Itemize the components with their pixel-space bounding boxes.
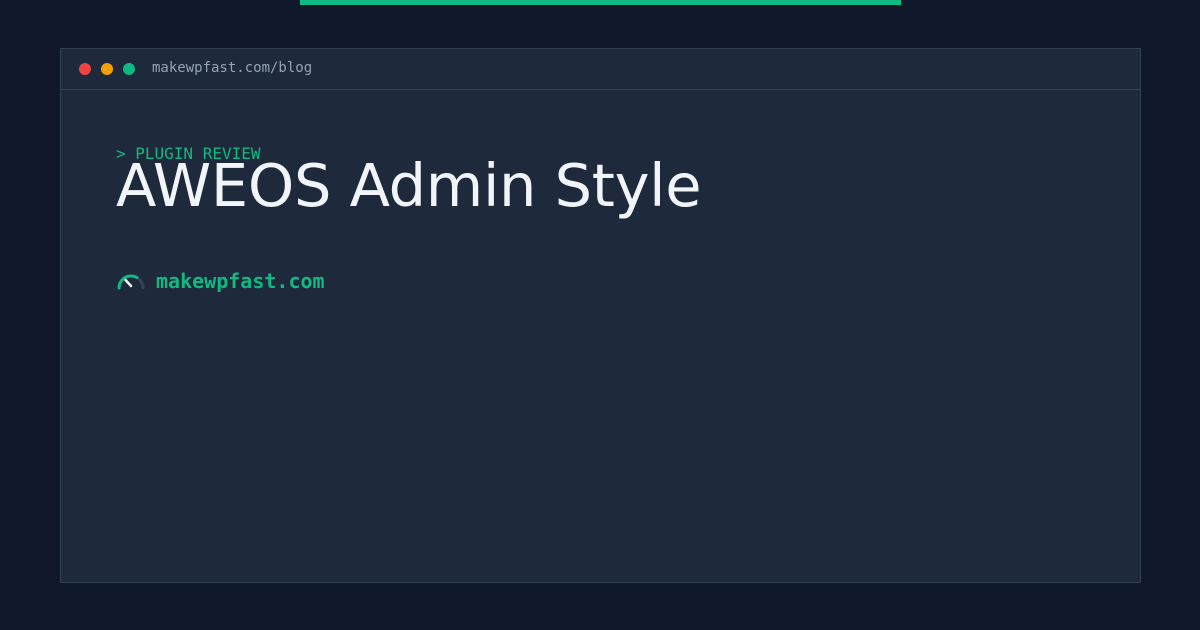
window-titlebar: makewpfast.com/blog <box>61 49 1140 90</box>
browser-window: makewpfast.com/blog > PLUGIN REVIEW AWEO… <box>60 48 1141 583</box>
page-title: AWEOS Admin Style <box>116 151 702 220</box>
maximize-window-button[interactable] <box>123 63 135 75</box>
address-url: makewpfast.com/blog <box>152 60 313 76</box>
minimize-window-button[interactable] <box>101 63 113 75</box>
close-window-button[interactable] <box>79 63 91 75</box>
speedometer-icon <box>117 274 145 290</box>
brand-name: makewpfast.com <box>156 269 325 293</box>
top-accent-bar <box>300 0 901 5</box>
